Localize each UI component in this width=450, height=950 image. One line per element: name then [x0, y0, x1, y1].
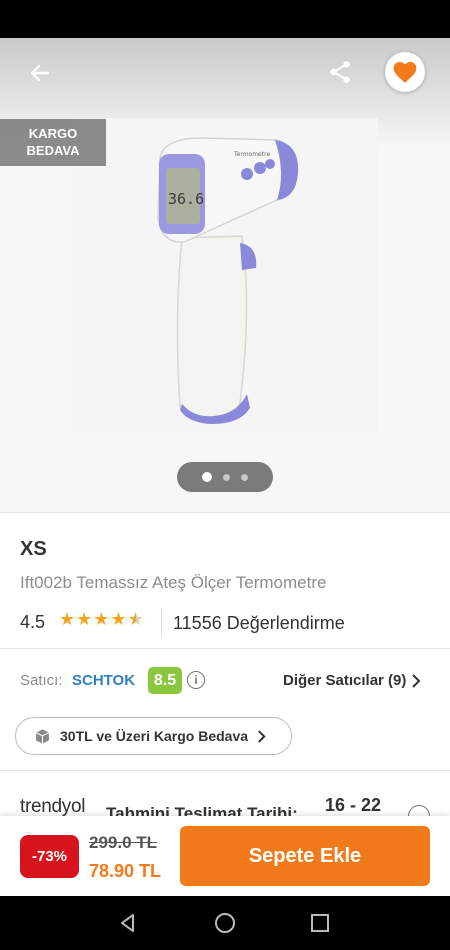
other-sellers-label: Diğer Satıcılar (9) — [283, 672, 407, 689]
product-image[interactable]: 36.6 Termometre — [72, 118, 378, 433]
info-icon[interactable] — [408, 805, 430, 816]
badge-line-1: KARGO — [28, 126, 78, 141]
rating-stars[interactable]: ★ ★ ★ ★ ★ — [59, 609, 144, 631]
rating-separator — [161, 608, 162, 636]
delivery-label: Tahmini Teslimat Tarihi: — [106, 804, 298, 816]
free-cargo-label: 30TL ve Üzeri Kargo Bedava — [60, 728, 249, 744]
nav-recents-icon — [311, 914, 329, 932]
back-button[interactable] — [22, 58, 58, 88]
thermometer-illustration: 36.6 Termometre — [157, 137, 299, 424]
delivery-estimate-row: trendyol Tahmini Teslimat Tarihi: 16 - 2… — [0, 772, 450, 816]
nav-back-icon — [121, 914, 134, 932]
free-cargo-badge: KARGO BEDAVA — [0, 119, 106, 166]
half-star-icon: ★ — [127, 609, 144, 629]
image-carousel-indicator[interactable] — [177, 462, 273, 492]
review-count-link[interactable]: 11556 Değerlendirme — [173, 613, 345, 634]
system-navigation-bar — [0, 896, 450, 950]
carousel-dot[interactable] — [202, 472, 212, 482]
other-sellers-link[interactable]: Diğer Satıcılar (9) — [283, 672, 421, 689]
star-icon: ★ — [93, 609, 110, 629]
nav-home-button[interactable] — [210, 908, 240, 938]
chevron-right-icon — [412, 673, 421, 688]
favorite-button[interactable] — [385, 52, 425, 92]
divider — [0, 770, 450, 771]
rating-value: 4.5 — [20, 612, 46, 632]
star-icon: ★ — [59, 609, 76, 629]
star-icon: ★ — [110, 609, 127, 629]
seller-name-link[interactable]: SCHTOK — [72, 672, 135, 689]
add-to-cart-button[interactable]: Sepete Ekle — [180, 826, 430, 886]
share-icon — [330, 61, 350, 83]
arrow-left-icon — [30, 64, 50, 82]
delivery-dates: 16 - 22 — [325, 795, 382, 815]
free-cargo-button[interactable]: 30TL ve Üzeri Kargo Bedava — [15, 717, 292, 755]
badge-line-2: BEDAVA — [26, 143, 80, 158]
purchase-bar: -73% 299.0 TL 78.90 TL Sepete Ekle — [0, 816, 450, 896]
thermometer-brand-text: Termometre — [233, 151, 270, 158]
trendyol-logo: trendyol — [20, 796, 86, 816]
carousel-dot[interactable] — [223, 473, 230, 481]
chevron-right-icon — [258, 729, 266, 743]
star-icon: ★ — [76, 609, 93, 629]
share-button[interactable] — [322, 54, 358, 90]
product-brand[interactable]: XS — [20, 538, 47, 561]
status-bar — [0, 0, 450, 38]
product-title: Ift002b Temassız Ateş Ölçer Termometre — [20, 573, 327, 592]
nav-back-button[interactable] — [113, 908, 143, 938]
carousel-dot[interactable] — [241, 473, 248, 481]
heart-icon — [393, 62, 417, 83]
product-hero: 36.6 Termometre KARGO BEDAVA — [0, 38, 450, 512]
seller-score-badge: 8.5 — [148, 667, 182, 694]
nav-recents-button[interactable] — [305, 908, 335, 938]
thermometer-screen-value: 36.6 — [168, 190, 204, 208]
divider — [0, 648, 450, 649]
nav-home-icon — [215, 913, 235, 933]
old-price: 299.0 TL — [89, 833, 158, 852]
discount-badge: -73% — [20, 835, 79, 878]
divider — [0, 512, 450, 513]
info-icon[interactable]: i — [187, 671, 205, 689]
current-price: 78.90 TL — [89, 861, 162, 881]
package-icon — [35, 728, 50, 744]
seller-label: Satıcı: — [20, 672, 63, 689]
